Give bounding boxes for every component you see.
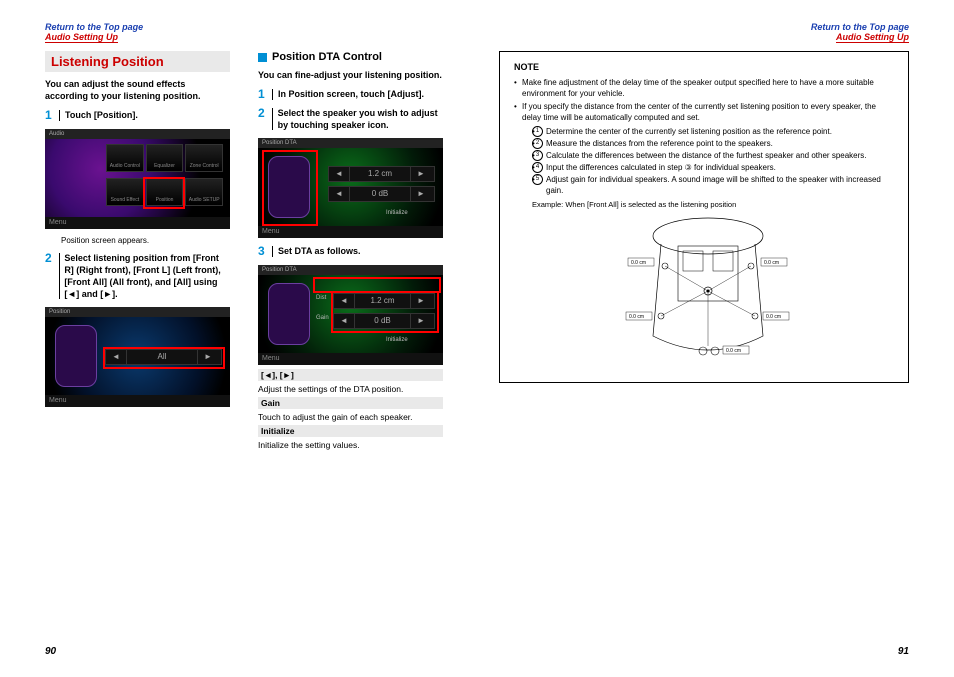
- shot-title: Position DTA: [258, 138, 443, 148]
- shot-menubar: Menu: [45, 217, 230, 229]
- note-box: NOTE Make fine adjustment of the delay t…: [499, 51, 909, 383]
- highlight-rows: [331, 291, 439, 333]
- screenshot-dta-set: Position DTA Dist ◄1.2 cm► Gain ◄0 dB► I…: [258, 265, 443, 365]
- page-footer: 90 91: [45, 646, 909, 657]
- icon-equalizer: Equalizer: [146, 144, 184, 172]
- prev-icon: ◄: [329, 187, 350, 201]
- page-number-left: 90: [45, 646, 56, 657]
- step-body: Touch [Position].: [65, 109, 138, 122]
- note-step-5: 5Adjust gain for individual speakers. A …: [532, 174, 894, 196]
- init-label: Initialize: [386, 210, 408, 216]
- page-number-right: 91: [898, 646, 909, 657]
- diag-label-a: 0.0 cm: [631, 260, 646, 266]
- listening-intro: You can adjust the sound effects accordi…: [45, 78, 230, 102]
- icon-zone-control: Zone Control: [185, 144, 223, 172]
- position-dta-heading: Position DTA Control: [258, 51, 443, 63]
- screenshot-dta-select: Position DTA ◄1.2 cm► ◄0 dB► Initialize …: [258, 138, 443, 238]
- shot-title: Position DTA: [258, 265, 443, 275]
- left-step-1: 1 Touch [Position].: [45, 109, 230, 122]
- init-label: Initialize: [386, 337, 408, 343]
- mid-step-1: 1 In Position screen, touch [Adjust].: [258, 88, 443, 101]
- section-mark-icon: [258, 53, 267, 62]
- step-number: 2: [258, 107, 267, 131]
- car-speaker-diagram: 0.0 cm 0.0 cm 0.0 cm 0.0 cm 0.0 cm: [623, 216, 793, 366]
- left-step-2: 2 Select listening position from [Front …: [45, 252, 230, 300]
- shot-menubar: Menu: [258, 353, 443, 365]
- dta-intro: You can fine-adjust your listening posit…: [258, 69, 443, 81]
- note-bullet-1: Make fine adjustment of the delay time o…: [514, 77, 894, 99]
- shot-title: Position: [45, 307, 230, 317]
- shot-menubar: Menu: [258, 226, 443, 238]
- icon-audio-setup: Audio SETUP: [185, 178, 223, 206]
- dist-label: Dist: [316, 295, 326, 301]
- next-icon: ►: [411, 167, 431, 181]
- highlight-arrows-top: [313, 277, 441, 293]
- page-header: Return to the Top page Audio Setting Up …: [45, 22, 909, 43]
- step-number: 1: [258, 88, 267, 101]
- icon-audio-control: Audio Control: [106, 144, 144, 172]
- audio-setting-link-right[interactable]: Audio Setting Up: [836, 32, 909, 43]
- car-icon: [268, 283, 310, 345]
- diag-label-d: 0.0 cm: [766, 314, 781, 320]
- listening-position-heading: Listening Position: [45, 51, 230, 72]
- screenshot-audio-menu: Audio Audio Control Equalizer Zone Contr…: [45, 129, 230, 229]
- return-top-link-left[interactable]: Return to the Top page: [45, 22, 143, 32]
- gain-row: ◄0 dB►: [328, 186, 435, 202]
- gain-label: Gain: [316, 315, 329, 321]
- dist-row: ◄1.2 cm►: [328, 166, 435, 182]
- step-body: Select the speaker you wish to adjust by…: [278, 107, 443, 131]
- mid-step-3: 3 Set DTA as follows.: [258, 245, 443, 258]
- gain-value: 0 dB: [350, 187, 411, 201]
- shot-title: Audio: [45, 129, 230, 139]
- car-icon: [55, 325, 97, 387]
- shot-menubar: Menu: [45, 395, 230, 407]
- step-number: 2: [45, 252, 54, 300]
- screenshot-position: Position ◄All► Menu: [45, 307, 230, 407]
- step-number: 3: [258, 245, 267, 258]
- highlight-car: [262, 150, 318, 226]
- return-top-link-right[interactable]: Return to the Top page: [811, 22, 909, 32]
- audio-setting-link-left[interactable]: Audio Setting Up: [45, 32, 118, 43]
- diag-label-b: 0.0 cm: [764, 260, 779, 266]
- next-icon: ►: [411, 187, 431, 201]
- kv-initialize: InitializeInitialize the setting values.: [258, 425, 443, 453]
- note-step-2: 2Measure the distances from the referenc…: [532, 138, 894, 149]
- note-example: Example: When [Front All] is selected as…: [532, 200, 894, 210]
- prev-icon: ◄: [329, 167, 350, 181]
- note-step-3: 3Calculate the differences between the d…: [532, 150, 894, 161]
- step-body: Set DTA as follows.: [278, 245, 361, 258]
- step-body: Select listening position from [Front R]…: [64, 252, 230, 300]
- note-step-4: 4Input the differences calculated in ste…: [532, 162, 894, 173]
- step-number: 1: [45, 109, 54, 122]
- note-step-1: 1Determine the center of the currently s…: [532, 126, 894, 137]
- mid-step-2: 2 Select the speaker you wish to adjust …: [258, 107, 443, 131]
- icon-sound-effect: Sound Effect: [106, 178, 144, 206]
- diag-label-e: 0.0 cm: [726, 348, 741, 354]
- kv-gain: GainTouch to adjust the gain of each spe…: [258, 397, 443, 425]
- kv-arrows: [◄], [►]Adjust the settings of the DTA p…: [258, 369, 443, 397]
- step-body: In Position screen, touch [Adjust].: [278, 88, 424, 101]
- diag-label-c: 0.0 cm: [629, 314, 644, 320]
- position-caption: Position screen appears.: [45, 236, 230, 245]
- highlight-selector: [103, 347, 225, 369]
- dist-value: 1.2 cm: [350, 167, 411, 181]
- note-title: NOTE: [514, 62, 894, 73]
- note-bullet-2: If you specify the distance from the cen…: [514, 101, 894, 366]
- highlight-position-icon: [143, 177, 185, 209]
